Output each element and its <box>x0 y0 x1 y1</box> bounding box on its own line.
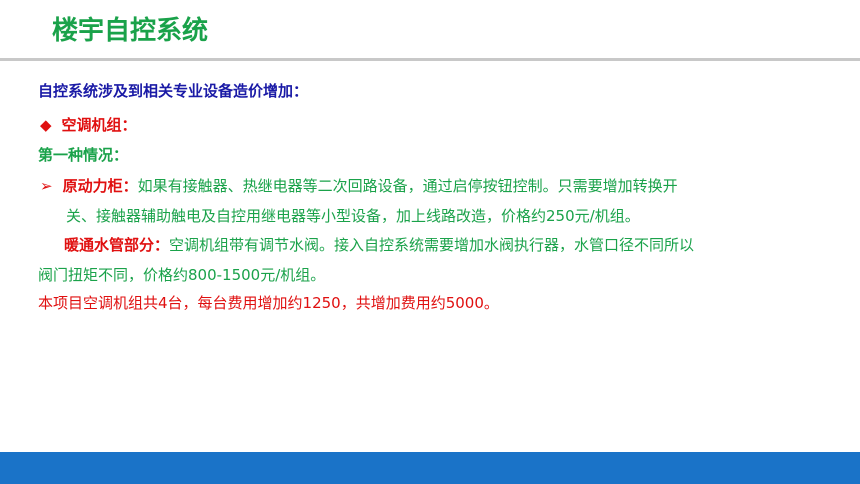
title-bar: 楼宇自控系统 <box>0 0 860 58</box>
arrow-bullet-icon: ➢ <box>40 177 53 195</box>
item1-line1: ➢ 原动力柜：如果有接触器、热继电器等二次回路设备，通过启停按钮控制。只需要增加转… <box>40 175 678 197</box>
title-divider <box>0 58 860 61</box>
item2-label: 暖通水管部分： <box>64 236 170 254</box>
item1-text-line1: 如果有接触器、热继电器等二次回路设备，通过启停按钮控制。只需要增加转换开 <box>137 177 678 195</box>
page-title: 楼宇自控系统 <box>52 16 209 46</box>
item2-line1: 暖通水管部分：空调机组带有调节水阀。接入自控系统需要增加水阀执行器，水管口径不同… <box>64 234 694 256</box>
section-heading-row: ◆ 空调机组： <box>40 114 137 136</box>
intro-text: 自控系统涉及到相关专业设备造价增加： <box>38 82 309 100</box>
footer-bar <box>0 452 860 484</box>
item1-label: 原动力柜： <box>62 177 138 195</box>
item1-text-line2: 关、接触器辅助触电及自控用继电器等小型设备，加上线路改造，价格约250元/机组。 <box>66 207 640 225</box>
case-heading: 第一种情况： <box>38 146 129 164</box>
item2-text-line2: 阀门扭矩不同，价格约800-1500元/机组。 <box>38 266 326 284</box>
section-heading: 空调机组： <box>61 116 137 134</box>
item2-text-line1: 空调机组带有调节水阀。接入自控系统需要增加水阀执行器，水管口径不同所以 <box>169 236 695 254</box>
diamond-bullet-icon: ◆ <box>40 116 52 134</box>
summary-text: 本项目空调机组共4台，每台费用增加约1250，共增加费用约5000。 <box>38 294 499 312</box>
